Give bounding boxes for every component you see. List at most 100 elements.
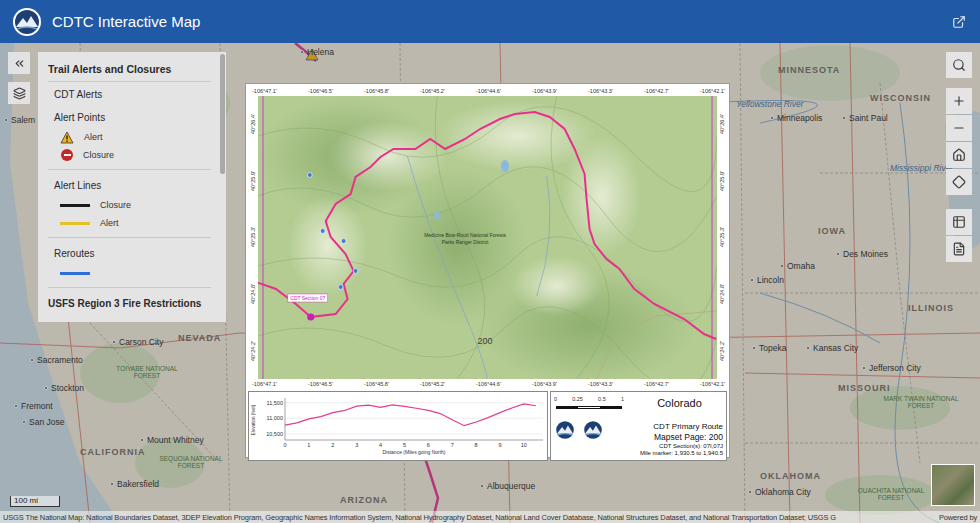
lon-tick: -106°45.8': [364, 381, 389, 387]
lat-tick: 40°26.4': [719, 114, 725, 134]
lat-tick: 40°24.2': [719, 341, 725, 361]
svg-text:10,500: 10,500: [266, 431, 283, 437]
powered-by[interactable]: Powered by: [939, 513, 977, 522]
lon-tick: -106°44.6': [476, 88, 501, 94]
group-title[interactable]: CDT Alerts: [48, 82, 211, 106]
mapset-page: -106°47.1' -106°46.5' -106°45.8' -106°45.2'…: [245, 83, 730, 458]
lon-tick: -106°45.2': [420, 381, 445, 387]
legend-row: Alert: [48, 128, 211, 146]
lon-tick: -106°46.5': [308, 381, 333, 387]
section-marker[interactable]: [307, 313, 314, 320]
table-button[interactable]: [946, 209, 972, 235]
mapset-page: Mapset Page: 200: [654, 432, 723, 442]
waypoint-marker[interactable]: [338, 285, 343, 290]
map-toolbar: [946, 52, 972, 262]
attribution-bar: USGS The National Map: National Boundari…: [0, 511, 980, 523]
chevrons-left-icon: [13, 57, 26, 70]
open-external-button[interactable]: [948, 11, 970, 33]
lon-tick: -106°43.9': [532, 381, 557, 387]
plus-icon: [952, 94, 966, 108]
collapse-button[interactable]: [8, 52, 30, 74]
lat-tick: 40°26.4': [250, 114, 256, 134]
mile-markers: Mile marker: 1,930.5 to 1,940.5: [640, 450, 723, 456]
pdf-icon: [952, 242, 966, 256]
waypoint-marker[interactable]: [307, 173, 312, 178]
lat-tick: 40°25.3': [250, 227, 256, 247]
scale-and-logos: 00.250.51: [554, 394, 636, 458]
pdf-button[interactable]: [946, 236, 972, 262]
home-button[interactable]: [946, 142, 972, 168]
x-tick: 0: [283, 442, 286, 448]
lat-tick: 40°25.9': [250, 171, 256, 191]
zoom-out-button[interactable]: [946, 115, 972, 141]
section-title: Reroutes: [48, 242, 211, 264]
section-title: Alert Points: [48, 106, 211, 128]
scrollbar-thumb[interactable]: [220, 54, 225, 174]
lon-tick: -106°42.1': [700, 88, 725, 94]
section-list: CDT Section(s): 07I,07J: [659, 443, 723, 449]
route-name: CDT Primary Route: [653, 422, 723, 431]
lon-tick: -106°43.3': [588, 88, 613, 94]
panel-title: Trail Alerts and Closures: [48, 56, 211, 82]
scale-bar: [556, 406, 622, 409]
map-scale: 100 mi: [10, 496, 60, 507]
lat-tick: 40°24.8': [250, 284, 256, 304]
table-icon: [952, 215, 966, 229]
compass-button[interactable]: [946, 169, 972, 195]
side-tools: [8, 52, 30, 104]
x-tick: 4: [379, 442, 382, 448]
section-label: CDT Section 07: [290, 295, 325, 301]
x-tick: 5: [403, 442, 406, 448]
external-link-icon: [952, 15, 966, 29]
map-area[interactable]: HelenaYellowstone RiverMINNESOTAWISCONSI…: [0, 43, 980, 523]
waypoint-marker[interactable]: [320, 229, 325, 234]
forest-label: Medicine Bow-Routt National Forests: [424, 232, 506, 238]
trail-line[interactable]: [258, 112, 716, 339]
cdt-logo-icon: [554, 419, 576, 441]
scrollbar[interactable]: [219, 52, 226, 322]
minus-icon: [952, 121, 966, 135]
legend-row: Closure: [48, 196, 211, 214]
waypoint-marker[interactable]: [341, 239, 346, 244]
y-axis-label: Elevation (feet): [251, 404, 256, 435]
page-details: CDT Primary RouteMapset Page: 200CDT Sec…: [636, 422, 723, 456]
x-tick: 3: [355, 442, 358, 448]
elevation-line: [285, 404, 536, 426]
app: CDTC Interactive MapHelenaYellowstone Ri…: [0, 0, 980, 523]
lat-tick: 40°24.8': [719, 284, 725, 304]
page-number: 200: [478, 336, 493, 346]
x-tick: 6: [427, 442, 430, 448]
scale-labels: 00.250.51: [554, 396, 624, 402]
home-icon: [952, 148, 966, 162]
x-tick: 10: [521, 442, 527, 448]
svg-text:11,500: 11,500: [267, 400, 283, 406]
search-icon: [952, 58, 966, 72]
lat-ticks-left: 40°26.4' 40°25.9' 40°25.3' 40°24.8' 40°24.2': [248, 96, 258, 379]
svg-text:11,000: 11,000: [267, 415, 283, 421]
waypoint-marker[interactable]: [353, 269, 358, 274]
lat-tick: 40°25.9': [719, 171, 725, 191]
basemap-toggle[interactable]: [931, 464, 975, 506]
lon-tick: -106°43.9': [532, 88, 557, 94]
lat-tick: 40°24.2': [250, 341, 256, 361]
legend-row: Alert: [48, 214, 211, 232]
attribution[interactable]: USGS The National Map: National Boundari…: [3, 513, 933, 522]
state-name: Colorado: [657, 397, 702, 409]
zoom-in-button[interactable]: [946, 88, 972, 114]
line-swatch: [60, 272, 90, 275]
y-tick: 10,500: [266, 431, 543, 437]
page-text: Colorado CDT Primary RouteMapset Page: 20…: [636, 394, 723, 458]
layers-icon: [13, 87, 26, 100]
fire-restrictions-title[interactable]: USFS Region 3 Fire Restrictions: [48, 292, 211, 314]
lon-tick: -106°47.1': [252, 381, 277, 387]
lon-ticks-bottom: -106°47.1' -106°46.5' -106°45.8' -106°45.2'…: [248, 379, 727, 389]
lon-tick: -106°42.7': [644, 381, 669, 387]
legend-row: [48, 264, 211, 282]
x-tick: 1: [307, 442, 310, 448]
alerts-panel: Trail Alerts and ClosuresCDT AlertsAlert…: [38, 52, 226, 322]
topo-map[interactable]: Medicine Bow-Routt National ForestsParks…: [258, 96, 717, 379]
search-button[interactable]: [946, 52, 972, 78]
y-tick: 11,500: [267, 400, 543, 406]
layers-button[interactable]: [8, 82, 30, 104]
elevation-profile: 11,50011,00010,500Elevation (feet)012345…: [248, 391, 548, 461]
